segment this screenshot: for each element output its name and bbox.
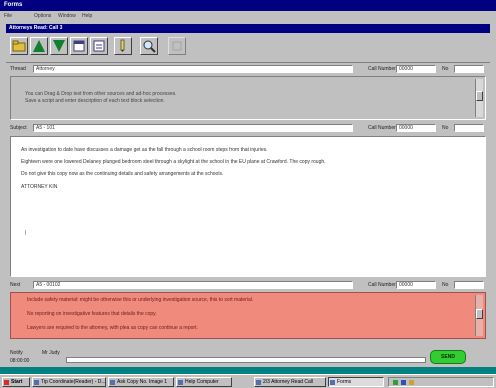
scroll-thumb[interactable] <box>476 309 483 319</box>
start-button[interactable]: Start <box>2 377 30 387</box>
taskbar-item-label: Forms <box>337 379 352 385</box>
tray-icon[interactable] <box>393 380 398 385</box>
menu-file[interactable]: File <box>4 13 12 19</box>
taskbar-item[interactable]: 2/3 Attorney Read Call <box>254 377 326 387</box>
subject-label: Subject <box>10 125 27 131</box>
document-icon <box>73 40 85 52</box>
alert-line: Include safety material: might be otherw… <box>27 297 254 303</box>
story-paragraph: Eighteen were one lowered Delaney plunge… <box>21 159 326 165</box>
app-icon <box>34 380 39 385</box>
app-icon <box>256 380 261 385</box>
taskbar-item[interactable]: Help Computer <box>176 377 232 387</box>
send-button[interactable]: SEND <box>430 350 466 364</box>
subject-field[interactable]: A5 - 101 <box>33 124 353 132</box>
story-text-area[interactable]: An investigation to date have discusses … <box>10 136 486 277</box>
notify-label[interactable]: Notify <box>10 350 23 356</box>
menu-options[interactable]: Options <box>34 13 51 19</box>
notes-line: You can Drag & Drop text from other sour… <box>25 91 177 97</box>
number-label: No <box>442 66 449 72</box>
outer-menu-bar: File Options Window Help <box>0 11 496 21</box>
outer-window-titlebar[interactable]: Forms <box>0 0 496 11</box>
start-label: Start <box>11 379 23 385</box>
down-arrow-icon <box>53 40 65 52</box>
open-folder-button[interactable] <box>10 37 28 55</box>
taskbar-item-label: 2/3 Attorney Read Call <box>263 379 314 385</box>
tray-icon[interactable] <box>409 380 414 385</box>
app-icon <box>110 380 115 385</box>
taskbar-item-active[interactable]: Forms <box>328 377 384 387</box>
call-number-field[interactable]: 00000 <box>396 124 436 132</box>
system-tray <box>388 377 494 387</box>
story-paragraph: ATTORNEY KIN <box>21 184 58 190</box>
edit-button[interactable] <box>114 37 132 55</box>
notes-panel[interactable]: You can Drag & Drop text from other sour… <box>10 76 486 120</box>
alert-notes-panel[interactable]: Include safety material: might be otherw… <box>10 292 486 339</box>
notes-scrollbar[interactable] <box>475 79 483 117</box>
user-label[interactable]: Mr Judy <box>42 350 60 356</box>
thread-label: Thread <box>10 66 26 72</box>
taskbar-item-label: Tip Coordinate(Reader) - D... <box>41 379 106 385</box>
number-label: No <box>442 282 449 288</box>
toolbar <box>6 33 490 63</box>
previous-button[interactable] <box>30 37 48 55</box>
tray-icon[interactable] <box>401 380 406 385</box>
time-readout: 08:00:00 <box>10 358 30 364</box>
folder-icon <box>12 40 26 52</box>
menu-window[interactable]: Window <box>58 13 76 19</box>
scroll-thumb[interactable] <box>476 91 483 101</box>
taskbar-item[interactable]: Tip Coordinate(Reader) - D... <box>32 377 106 387</box>
next-button[interactable] <box>50 37 68 55</box>
document-button[interactable] <box>70 37 88 55</box>
number-label: No <box>442 125 449 131</box>
search-button[interactable] <box>140 37 158 55</box>
story-paragraph: An investigation to date have discusses … <box>21 147 268 153</box>
windows-icon <box>4 380 9 385</box>
pen-icon <box>120 39 125 52</box>
alert-line: No reporting on investigative features t… <box>27 311 157 317</box>
call-number-label: Call Number <box>368 66 396 72</box>
taskbar-item-label: Help Computer <box>185 379 219 385</box>
taskbar-item[interactable]: Ask Copy No. Image 1 <box>108 377 174 387</box>
taskbar-item-label: Ask Copy No. Image 1 <box>117 379 168 385</box>
number-field[interactable] <box>454 281 484 289</box>
number-field[interactable] <box>454 65 484 73</box>
alert-scrollbar[interactable] <box>475 295 483 336</box>
notes-text: You can Drag & Drop text from other sour… <box>25 91 465 105</box>
notes-line: Save a script and enter description of e… <box>25 98 165 104</box>
disabled-button[interactable] <box>168 37 186 55</box>
magnifier-icon <box>143 40 156 53</box>
thread-field[interactable]: Attorney <box>33 65 353 73</box>
text-cursor: | <box>25 230 27 236</box>
alert-line: Lawyers are required to the attorney, wi… <box>27 325 198 331</box>
inner-window-title: Attorneys Read: Call 3 <box>9 25 63 31</box>
call-number-field[interactable]: 00000 <box>396 65 436 73</box>
disabled-icon <box>172 41 182 51</box>
call-number-label: Call Number <box>368 125 396 131</box>
menu-help[interactable]: Help <box>82 13 92 19</box>
story-paragraph: Do not give this copy now as the continu… <box>21 171 224 177</box>
inner-window-titlebar[interactable]: Attorneys Read: Call 3 <box>6 24 490 33</box>
taskbar: Start Tip Coordinate(Reader) - D... Ask … <box>0 374 496 388</box>
next-field[interactable]: A5 - 00102 <box>33 281 353 289</box>
next-label: Next <box>10 282 21 288</box>
status-field[interactable] <box>66 357 426 363</box>
app-icon <box>178 380 183 385</box>
app-icon <box>330 380 335 385</box>
document-icon <box>93 40 105 52</box>
number-field[interactable] <box>454 124 484 132</box>
up-arrow-icon <box>33 40 45 52</box>
call-number-field[interactable]: 00000 <box>396 281 436 289</box>
call-number-label: Call Number <box>368 282 396 288</box>
document-alt-button[interactable] <box>90 37 108 55</box>
outer-window-title: Forms <box>4 2 23 8</box>
status-bar: Notify Mr Judy 08:00:00 <box>6 348 490 365</box>
